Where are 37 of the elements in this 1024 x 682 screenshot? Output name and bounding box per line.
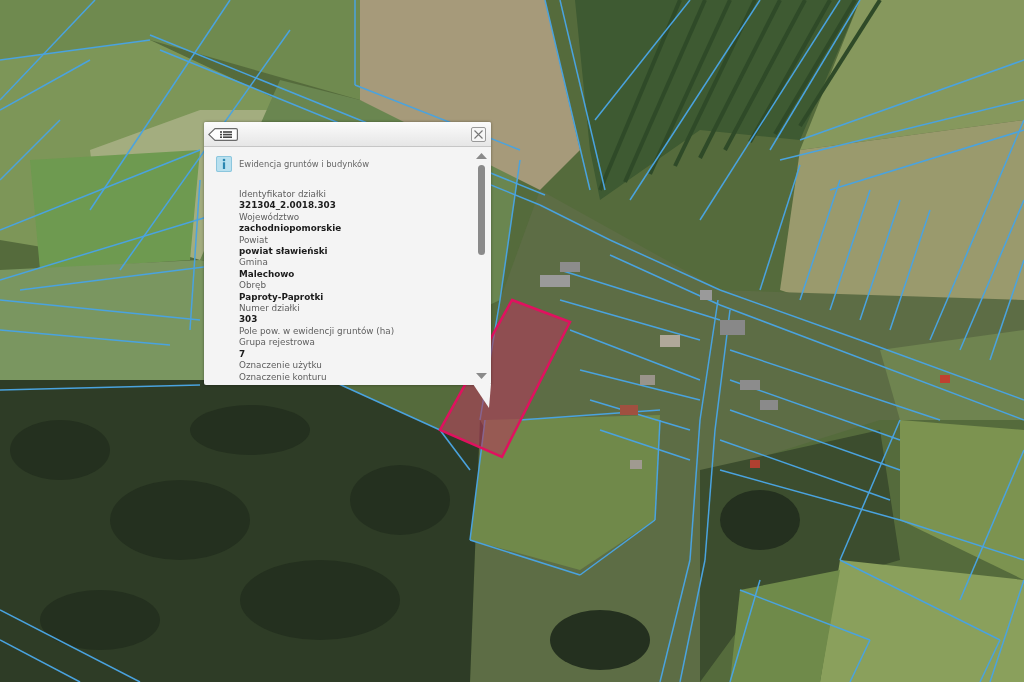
info-icon — [216, 156, 232, 172]
attribute-label: Numer działki — [239, 303, 300, 315]
building — [760, 400, 778, 410]
building — [560, 262, 580, 272]
attribute-label: Powiat — [239, 234, 268, 247]
building — [940, 375, 950, 383]
close-button[interactable] — [471, 126, 486, 142]
building — [660, 335, 680, 347]
scrollbar-thumb[interactable] — [477, 165, 485, 255]
building — [750, 460, 760, 468]
attribute-label: Województwo — [239, 211, 300, 224]
attribute-value: zachodniopomorskie — [239, 223, 342, 235]
attribute-label: Oznaczenie konturu — [239, 371, 327, 383]
building — [540, 275, 570, 287]
attribute-label: Grupa rejestrowa — [239, 337, 315, 349]
building — [720, 320, 745, 335]
attribute-value: 303 — [239, 314, 258, 326]
list-button[interactable] — [208, 127, 238, 141]
attribute-label: Obręb — [239, 280, 267, 292]
attribute-label: Identyfikator działki — [239, 189, 326, 201]
attribute-value: Malechowo — [239, 268, 295, 281]
attribute-value: Paproty-Paprotki — [239, 291, 324, 304]
attribute-label: Oznaczenie użytku — [239, 360, 322, 372]
building — [740, 380, 760, 390]
attribute-label: Pole pow. w ewidencji gruntów (ha) — [239, 325, 395, 338]
attribute-label: Gmina — [239, 257, 268, 269]
building — [700, 290, 712, 300]
list-icon — [208, 127, 238, 141]
building — [620, 405, 638, 415]
building — [630, 460, 642, 469]
close-icon — [474, 129, 483, 139]
scroll-up-icon[interactable] — [475, 153, 487, 159]
attribute-value: 7 — [239, 348, 246, 361]
attribute-value: 321304_2.0018.303 — [239, 200, 336, 212]
attribute-value: powiat sławieński — [239, 246, 328, 258]
popup-title: Ewidencja gruntów i budynków — [239, 159, 369, 169]
building — [640, 375, 655, 385]
